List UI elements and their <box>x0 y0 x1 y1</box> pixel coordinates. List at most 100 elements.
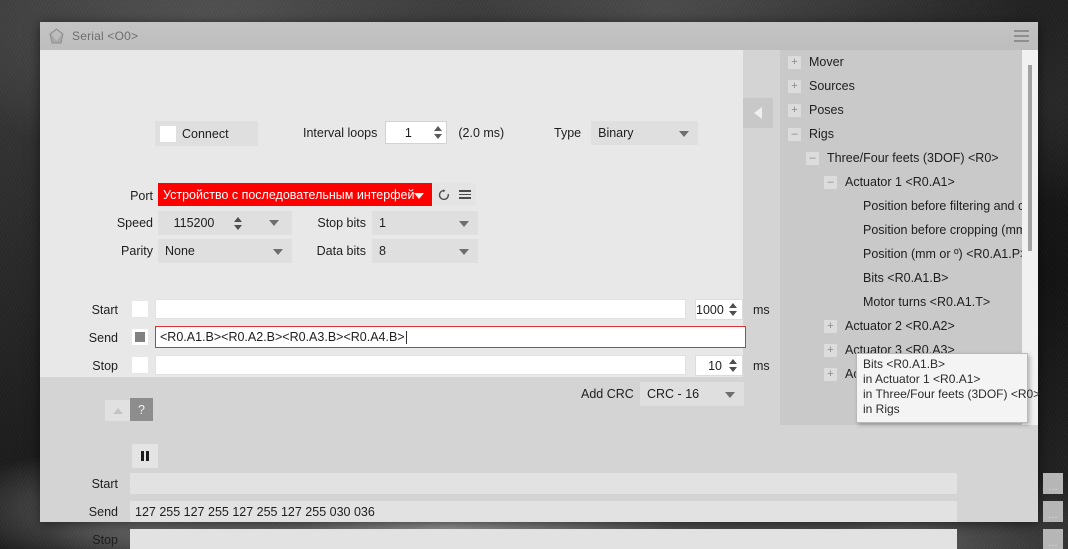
send-checkbox[interactable] <box>132 329 148 345</box>
interval-loops-label: Interval loops <box>303 125 378 140</box>
collapse-icon[interactable]: – <box>824 175 837 189</box>
log-start-label: Start <box>91 477 118 491</box>
expand-icon[interactable]: + <box>824 319 837 333</box>
stop-delay-stepper[interactable]: 10 <box>695 355 743 376</box>
stop-bits-select[interactable]: 1 <box>372 211 478 235</box>
stop-checkbox[interactable] <box>132 357 148 373</box>
hamburger-menu-icon[interactable] <box>1014 30 1029 42</box>
interval-loops-stepper[interactable]: 1 <box>385 121 448 144</box>
chevron-down-icon <box>269 220 279 226</box>
collapse-icon[interactable]: – <box>806 151 819 165</box>
type-select[interactable]: Binary <box>591 121 699 145</box>
stop-delay-arrows[interactable] <box>726 359 740 372</box>
speed-arrows[interactable] <box>230 216 246 230</box>
window-title: Serial <O0> <box>72 29 139 43</box>
tree-row[interactable]: – Three/Four feets (3DOF) <R0> <box>780 146 1038 170</box>
tree-scrollbar-thumb[interactable] <box>1028 65 1032 251</box>
chevron-left-icon <box>754 107 762 119</box>
port-select[interactable]: Устройство с последовательным интерфейсо… <box>158 183 432 206</box>
scroll-up-button[interactable] <box>105 400 130 421</box>
tree-row[interactable]: Bits <R0.A1.B> <box>780 266 1038 290</box>
connect-toggle[interactable]: Connect <box>155 121 258 146</box>
log-stop-more-button[interactable]: ... <box>1043 529 1063 549</box>
data-bits-value: 8 <box>379 244 386 258</box>
send-input[interactable]: <R0.A1.B><R0.A2.B><R0.A3.B><R0.A4.B> <box>155 326 746 348</box>
tree-row[interactable]: + Mover <box>780 50 1038 74</box>
tree-row-label: Position before cropping (mm or º) <R0.A… <box>863 223 1038 237</box>
data-bits-select[interactable]: 8 <box>372 239 478 263</box>
tree-row-label: Three/Four feets (3DOF) <R0> <box>827 151 999 165</box>
speed-value[interactable]: 115200 <box>158 216 230 230</box>
tree-row[interactable]: Position before filtering and cropping (… <box>780 194 1038 218</box>
connect-checkbox[interactable] <box>160 125 176 142</box>
expand-icon[interactable]: + <box>788 55 801 69</box>
stop-input[interactable] <box>155 355 686 375</box>
tree-row[interactable]: + Poses <box>780 98 1038 122</box>
tree-row[interactable]: + Actuator 2 <R0.A2> <box>780 314 1038 338</box>
chevron-down-icon <box>459 221 469 227</box>
crc-value: CRC - 16 <box>647 387 700 401</box>
collapse-left-button[interactable] <box>743 98 773 128</box>
tree-row[interactable]: + Sources <box>780 74 1038 98</box>
port-list-button[interactable] <box>454 183 476 206</box>
tree-row[interactable]: – Rigs <box>780 122 1038 146</box>
interval-loops-value[interactable]: 1 <box>386 126 430 140</box>
collapse-icon[interactable]: – <box>788 127 801 141</box>
tree-row[interactable]: Motor turns <R0.A1.T> <box>780 290 1038 314</box>
title-bar[interactable]: Serial <O0> <box>40 22 1038 50</box>
crc-select[interactable]: CRC - 16 <box>640 382 744 406</box>
add-crc-label: Add CRC <box>581 387 634 401</box>
log-stop-field[interactable] <box>130 529 957 549</box>
stop-delay-value[interactable]: 10 <box>696 359 726 373</box>
log-start-more-button[interactable]: ... <box>1043 473 1063 494</box>
expand-icon[interactable]: + <box>824 367 837 381</box>
start-delay-arrows[interactable] <box>726 303 740 316</box>
port-refresh-button[interactable] <box>434 183 454 206</box>
chevron-down-icon <box>273 249 283 255</box>
chevron-down-icon <box>414 192 424 199</box>
tree-row-label: Position before filtering and cropping (… <box>863 199 1038 213</box>
expand-icon[interactable]: + <box>824 343 837 357</box>
log-send-value: 127 255 127 255 127 255 127 255 030 036 <box>135 504 375 519</box>
chevron-down-icon <box>459 249 469 255</box>
start-input[interactable] <box>155 299 686 319</box>
tooltip-line-3: in Three/Four feets (3DOF) <R0> <box>863 387 1041 401</box>
log-start-field[interactable] <box>130 473 957 494</box>
serial-window: Serial <O0> Connect Interval loops 1 (2.… <box>40 22 1063 549</box>
start-delay-stepper[interactable]: 1000 <box>695 299 743 320</box>
chevron-down-icon <box>679 131 690 137</box>
expand-icon[interactable]: + <box>788 103 801 117</box>
interval-loops-group: Interval loops 1 (2.0 ms) <box>303 121 504 144</box>
interval-loops-arrows[interactable] <box>430 121 446 144</box>
speed-dropdown-button[interactable] <box>256 211 292 235</box>
data-bits-label: Data bits <box>316 244 366 258</box>
pause-button[interactable] <box>132 444 158 468</box>
stop-delay-unit: ms <box>753 359 770 373</box>
log-send-more-button[interactable]: ... <box>1043 501 1063 522</box>
help-button[interactable]: ? <box>130 398 153 421</box>
send-label: Send <box>88 331 118 345</box>
tree-row[interactable]: Position before cropping (mm or º) <R0.A… <box>780 218 1038 242</box>
start-delay-unit: ms <box>753 303 770 317</box>
interval-loops-note: (2.0 ms) <box>458 125 505 140</box>
expand-icon[interactable]: + <box>788 79 801 93</box>
start-checkbox[interactable] <box>132 301 148 317</box>
diamond-logo-icon <box>48 27 65 45</box>
tooltip-line-4: in Rigs <box>863 402 900 416</box>
tree-row-label: Position (mm or º) <R0.A1.P> <box>863 247 1028 261</box>
stop-bits-label: Stop bits <box>317 216 366 230</box>
start-label: Start <box>91 303 118 317</box>
stop-label: Stop <box>92 359 118 373</box>
tree-row-label: Actuator 2 <R0.A2> <box>845 319 955 333</box>
tree-row[interactable]: Position (mm or º) <R0.A1.P> <box>780 242 1038 266</box>
parity-label: Parity <box>121 244 153 258</box>
start-delay-value[interactable]: 1000 <box>696 303 726 317</box>
log-send-field[interactable]: 127 255 127 255 127 255 127 255 030 036 <box>130 501 957 522</box>
speed-stepper[interactable]: 115200 <box>158 211 256 235</box>
tree-row[interactable]: – Actuator 1 <R0.A1> <box>780 170 1038 194</box>
parity-select[interactable]: None <box>158 239 292 263</box>
